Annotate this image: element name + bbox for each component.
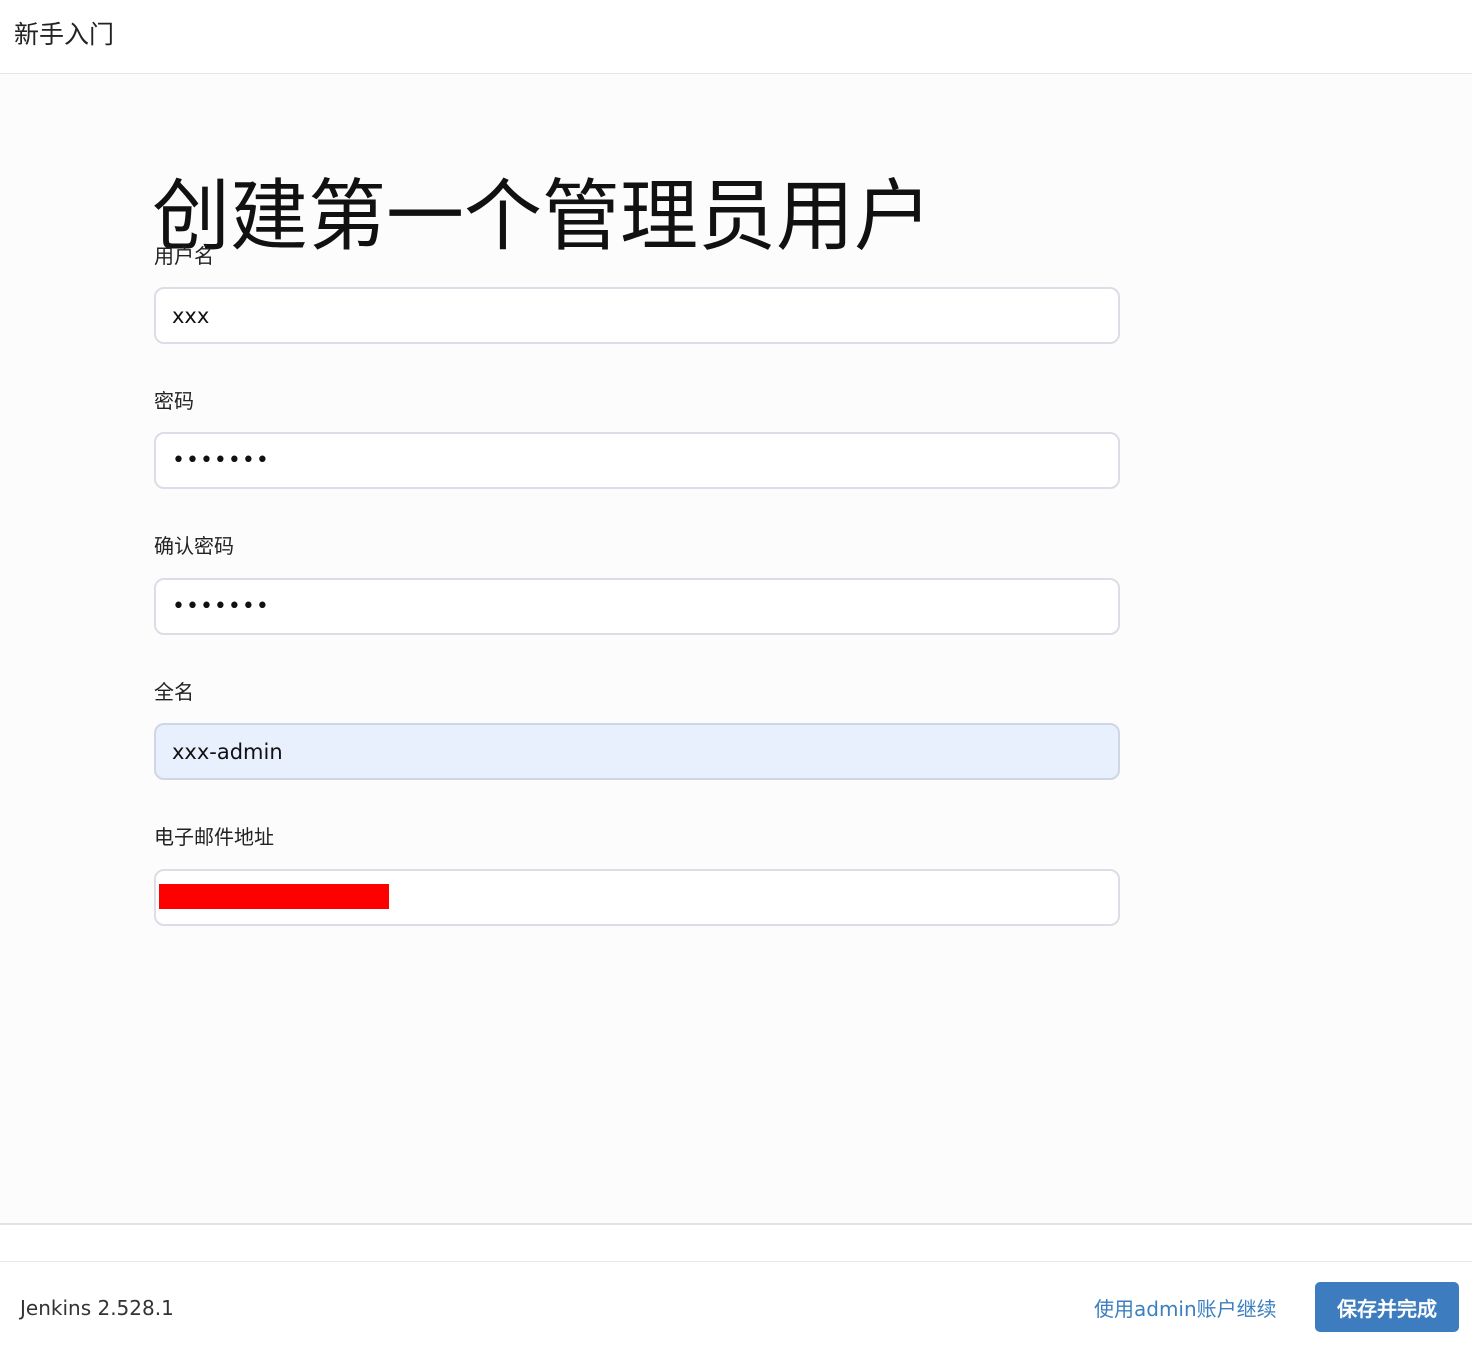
continue-as-admin-link[interactable]: 使用admin账户继续 — [1094, 1293, 1277, 1322]
footer: Jenkins 2.528.1 使用admin账户继续 保存并完成 — [0, 1262, 1472, 1347]
confirm-password-input[interactable] — [154, 578, 1120, 635]
password-label: 密码 — [154, 389, 194, 413]
password-input[interactable] — [154, 432, 1120, 489]
main-content: 创建第一个管理员用户 用户名 密码 确认密码 全名 电子邮件地址 — [0, 74, 1472, 1223]
full-name-input[interactable] — [154, 723, 1120, 780]
top-header: 新手入门 — [0, 0, 1472, 74]
save-and-finish-button[interactable]: 保存并完成 — [1315, 1282, 1459, 1332]
header-title: 新手入门 — [14, 20, 115, 49]
jenkins-version: Jenkins 2.528.1 — [20, 1296, 174, 1320]
footer-spacer — [0, 1225, 1472, 1261]
username-input[interactable] — [154, 287, 1120, 344]
username-label: 用户名 — [154, 244, 214, 268]
email-field-wrapper — [154, 869, 1120, 926]
email-label: 电子邮件地址 — [154, 825, 274, 849]
confirm-password-label: 确认密码 — [154, 534, 234, 558]
page-title: 创建第一个管理员用户 — [152, 172, 933, 263]
full-name-label: 全名 — [154, 680, 194, 704]
redaction-block — [159, 884, 389, 909]
